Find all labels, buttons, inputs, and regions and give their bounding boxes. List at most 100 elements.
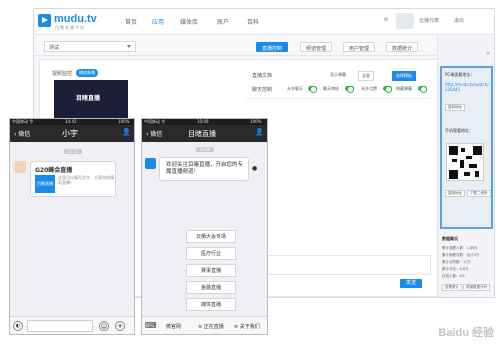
- card-title: G20峰会直播: [35, 167, 73, 174]
- user-name[interactable]: 云播代表: [419, 17, 439, 24]
- stat-views: 累计观看次数：合计3万: [442, 253, 480, 257]
- emoji-icon[interactable]: ☺: [99, 321, 109, 331]
- send-button[interactable]: 发送: [400, 279, 422, 288]
- chat-icon[interactable]: ✉: [384, 17, 388, 23]
- nav-wiki[interactable]: 百科: [247, 17, 259, 26]
- chat-review-label: 聊天审核: [323, 86, 339, 91]
- input-bar: ◐ ☺ +: [10, 316, 134, 334]
- back-button[interactable]: ‹ 微信: [14, 129, 30, 138]
- stat-online: 在线人数：6人: [442, 274, 466, 278]
- dot-icon: ●: [252, 165, 258, 172]
- tab-about[interactable]: ≡ 关于我们: [234, 323, 260, 330]
- allow-like-toggle[interactable]: [383, 86, 392, 93]
- channel-select-value: 测试: [49, 45, 60, 51]
- stats-title: 数据概况: [442, 236, 458, 241]
- welcome-text: 欢迎关注目睹直播，开启您的专属直播频道！: [166, 162, 244, 175]
- tab-live-now[interactable]: ≡ 正在直播: [198, 323, 224, 330]
- message-input[interactable]: [243, 255, 431, 275]
- copy-pc-address-button[interactable]: 复制地址: [445, 104, 465, 111]
- contact-icon[interactable]: 👤: [122, 128, 131, 136]
- nav-media[interactable]: 媒体库: [180, 17, 198, 26]
- nav-account[interactable]: 账户: [217, 17, 229, 26]
- back-label: 微信: [150, 131, 163, 138]
- menu-item-medical[interactable]: 医疗行业: [186, 247, 236, 260]
- tab-channel-manage[interactable]: 频道管理: [300, 42, 333, 52]
- back-button[interactable]: ‹ 微信: [146, 129, 162, 138]
- chat-title: 目睹直播: [188, 130, 216, 138]
- timestamp: 10:06: [196, 147, 214, 152]
- tab-user-manage[interactable]: 用户管理: [343, 42, 376, 52]
- watermark: Baidu 经验: [438, 327, 494, 339]
- menu-item-yunqi[interactable]: 云栖大会专场: [186, 230, 236, 243]
- hide-danmaku-label: 隐藏弹幕: [396, 86, 412, 91]
- tab-live-now-label: 正在直播: [203, 324, 224, 330]
- divider: [245, 98, 431, 99]
- tab-statistics[interactable]: 数据统计: [386, 42, 419, 52]
- live-status-badge: 播放直播: [76, 69, 98, 77]
- menu-item-finance[interactable]: 金融直播: [186, 281, 236, 294]
- tab-about-label: 关于我们: [239, 324, 260, 330]
- chat-control-label: 聊天控制: [252, 87, 273, 93]
- stat-comments: 累计评论：6.8万: [442, 267, 469, 271]
- chevron-down-icon: [127, 45, 131, 48]
- channel-select[interactable]: 测试: [44, 41, 136, 52]
- stat-viewers: 累计观看人数：1,86万: [442, 246, 478, 250]
- menu-bar: ⌨ 微官网 ≡ 正在直播 ≡ 关于我们: [142, 316, 267, 334]
- nav-apps[interactable]: 应用: [152, 17, 164, 26]
- chat-review-toggle[interactable]: [345, 86, 354, 93]
- keyboard-icon[interactable]: ⌨: [145, 321, 157, 330]
- voice-icon[interactable]: ◐: [13, 321, 23, 331]
- avatar[interactable]: [14, 161, 26, 173]
- hide-danmaku-toggle[interactable]: [418, 86, 427, 93]
- profile-icon[interactable]: 👤: [255, 128, 264, 136]
- allow-like-label: 允许点赞: [361, 86, 377, 91]
- qr-code: [446, 143, 484, 181]
- back-label: 微信: [18, 131, 31, 138]
- top-bar: mudu.tv 目睹直播平台 首页 应用 媒体库 账户 百科 ✉ 云播代表 退出: [34, 9, 494, 35]
- logo-subtitle: 目睹直播平台: [55, 25, 85, 30]
- card-desc: 这里可以填写文字，分享你的精彩直播！: [58, 175, 114, 185]
- danmaku-label: 显示弹幕: [330, 72, 346, 77]
- video-preview[interactable]: 目睹直播: [54, 80, 128, 118]
- menu-item-sports[interactable]: 赛事直播: [186, 264, 236, 277]
- chat-title: 小宇: [62, 129, 78, 138]
- menu-item-media[interactable]: 媒体直播: [186, 298, 236, 311]
- tab-micro-site[interactable]: 微官网: [166, 323, 181, 330]
- right-panel: « PC端观看地址： http://mudu.tv/watch/225441 复…: [437, 36, 494, 297]
- allow-chat-toggle[interactable]: [308, 86, 317, 93]
- pc-address-link[interactable]: http://mudu.tv/watch/225441: [445, 82, 490, 92]
- account-avatar[interactable]: [145, 158, 156, 169]
- nav-home[interactable]: 首页: [125, 17, 137, 26]
- video-monitor-label: 视频监控: [52, 71, 73, 77]
- share-card[interactable]: G20峰会直播 目睹直播 这里可以填写文字，分享你的精彩直播！: [30, 161, 116, 197]
- logo-name: mudu.tv: [54, 13, 97, 25]
- wechat-header: ‹ 微信 小宇 👤: [10, 125, 134, 142]
- template-button[interactable]: 选择模板: [392, 71, 416, 81]
- wechat-header: ‹ 微信 目睹直播 👤: [142, 125, 267, 142]
- logout-link[interactable]: 退出: [454, 17, 464, 24]
- plus-icon[interactable]: +: [115, 321, 125, 331]
- message-input[interactable]: [27, 320, 93, 332]
- video-logo: 目睹直播: [76, 95, 101, 102]
- clock: 10:09: [197, 119, 209, 124]
- card-logo: 目睹直播: [37, 181, 53, 186]
- pc-address-title: PC端观看地址：: [445, 72, 475, 77]
- avatar[interactable]: [396, 13, 414, 29]
- channel-toolbar: 测试 直播控制 频道管理 用户管理 数据统计: [34, 36, 442, 56]
- collapse-icon[interactable]: «: [486, 50, 490, 57]
- phone-right: 中国移动 令 10:09 100% ‹ 微信 目睹直播 👤 10:06 欢迎关注…: [141, 118, 268, 335]
- download-qr-button[interactable]: 下载二维码: [467, 190, 491, 197]
- timestamp: 14:41: [64, 149, 82, 154]
- mobile-address-title: 手机观看地址：: [445, 128, 473, 133]
- copy-mobile-address-button[interactable]: 复制地址: [445, 190, 465, 197]
- logo[interactable]: mudu.tv 目睹直播平台: [38, 13, 110, 31]
- card-thumbnail: 目睹直播: [35, 175, 55, 193]
- channel-analysis-button[interactable]: 频道数据分析: [463, 284, 490, 291]
- fullscreen-chip[interactable]: 全屏: [358, 71, 374, 81]
- tab-live-control[interactable]: 直播控制: [256, 42, 289, 52]
- stat-likes: 累计点赞数：12万: [442, 260, 471, 264]
- welcome-message: 欢迎关注目睹直播，开启您的专属直播频道！: [159, 157, 249, 181]
- battery: 100%: [250, 119, 262, 124]
- view-stats-button[interactable]: 查看统计: [442, 284, 462, 291]
- battery: 100%: [118, 119, 130, 124]
